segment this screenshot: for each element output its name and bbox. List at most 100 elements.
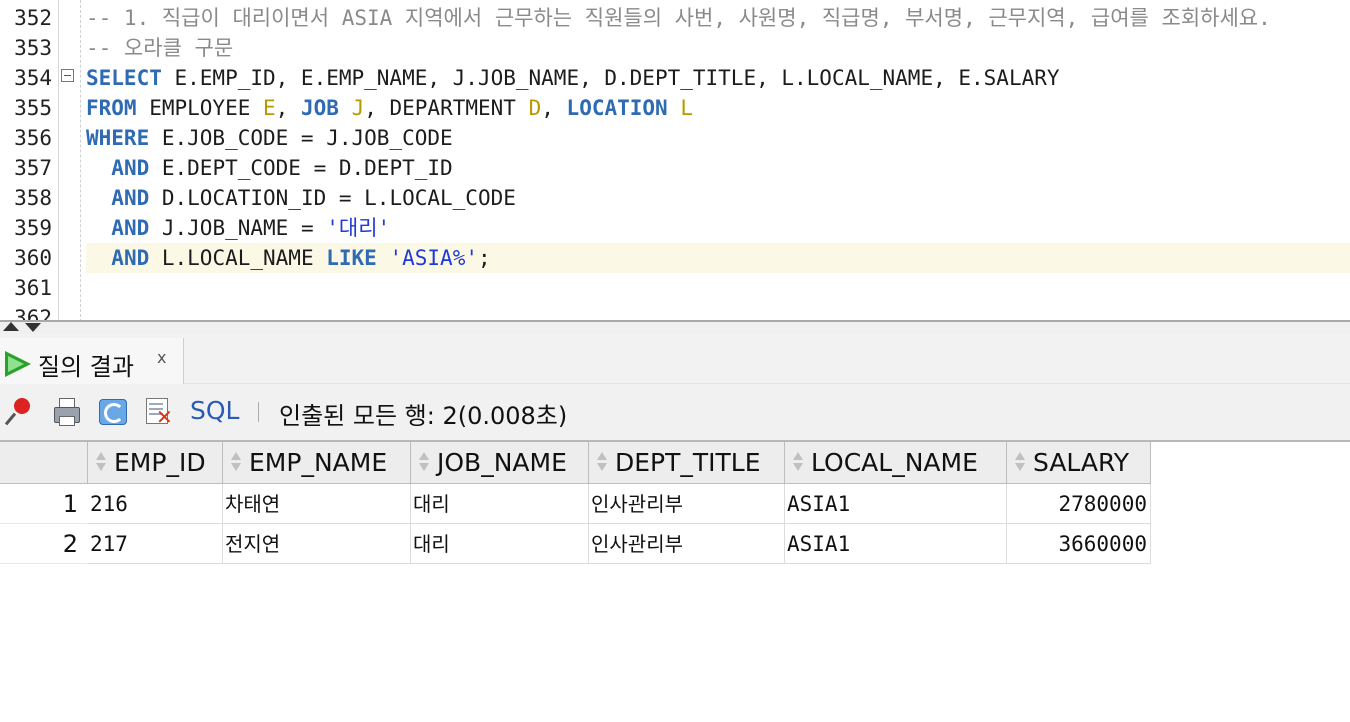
close-icon[interactable]: x xyxy=(157,348,166,367)
collapse-fold-icon[interactable] xyxy=(61,69,74,82)
cell-local-name[interactable]: ASIA1 xyxy=(784,524,1007,564)
row-number: 2 xyxy=(0,524,86,564)
pin-icon[interactable] xyxy=(4,394,36,426)
fetch-status: 인출된 모든 행: 2(0.008초) xyxy=(279,402,568,430)
sort-icon[interactable] xyxy=(415,450,433,474)
code-text: , xyxy=(275,96,301,120)
code-line-353[interactable]: -- 오라클 구문 xyxy=(86,33,1350,63)
cell-dept-title[interactable]: 인사관리부 xyxy=(588,524,785,564)
code-line-360-current[interactable]: AND L.LOCAL_NAME LIKE 'ASIA%'; xyxy=(86,243,1350,273)
keyword: LOCATION xyxy=(566,96,668,120)
keyword: JOB xyxy=(300,96,339,120)
code-line-356[interactable]: WHERE E.JOB_CODE = J.JOB_CODE xyxy=(86,123,1350,153)
code-text: EMPLOYEE xyxy=(136,96,264,120)
string-literal: '대리' xyxy=(326,216,391,240)
cell-job-name[interactable]: 대리 xyxy=(410,484,589,524)
alias: D xyxy=(528,96,542,120)
code-line-354[interactable]: SELECT E.EMP_ID, E.EMP_NAME, J.JOB_NAME,… xyxy=(86,63,1350,93)
tab-query-result[interactable]: 질의 결과 x xyxy=(0,338,184,384)
column-label: DEPT_TITLE xyxy=(615,448,761,477)
column-header-emp-name[interactable]: EMP_NAME xyxy=(222,442,411,484)
refresh-icon[interactable] xyxy=(97,396,127,426)
tab-label: 질의 결과 xyxy=(38,353,134,381)
string-literal: 'ASIA%' xyxy=(389,246,478,270)
cell-emp-id[interactable]: 217 xyxy=(87,524,223,564)
cell-local-name[interactable]: ASIA1 xyxy=(784,484,1007,524)
column-label: SALARY xyxy=(1033,448,1130,477)
line-number: 355 xyxy=(14,96,52,120)
cell-job-name[interactable]: 대리 xyxy=(410,524,589,564)
cell-emp-id[interactable]: 216 xyxy=(87,484,223,524)
keyword: SELECT xyxy=(86,66,162,90)
expand-down-icon[interactable] xyxy=(25,323,41,332)
keyword: AND xyxy=(111,186,150,210)
delete-icon[interactable]: ✕ xyxy=(143,396,173,427)
line-number: 360 xyxy=(14,246,52,270)
column-header-emp-id[interactable]: EMP_ID xyxy=(87,442,223,484)
code-line-352[interactable]: -- 1. 직급이 대리이면서 ASIA 지역에서 근무하는 직원들의 사번, … xyxy=(86,3,1350,33)
cell-emp-name[interactable]: 차태연 xyxy=(222,484,411,524)
keyword: LIKE xyxy=(326,246,377,270)
code-line-357[interactable]: AND E.DEPT_CODE = D.DEPT_ID xyxy=(86,153,1350,183)
line-number: 353 xyxy=(14,36,52,60)
code-text: D.LOCATION_ID = L.LOCAL_CODE xyxy=(149,186,516,210)
toolbar-separator xyxy=(258,402,259,422)
column-header-job-name[interactable]: JOB_NAME xyxy=(410,442,589,484)
keyword: AND xyxy=(111,216,150,240)
print-icon[interactable] xyxy=(51,396,81,426)
code-line-358[interactable]: AND D.LOCATION_ID = L.LOCAL_CODE xyxy=(86,183,1350,213)
sort-icon[interactable] xyxy=(1011,450,1029,474)
alias: J xyxy=(351,96,365,120)
column-header-local-name[interactable]: LOCAL_NAME xyxy=(784,442,1007,484)
keyword: AND xyxy=(111,156,150,180)
gutter-divider xyxy=(58,0,59,322)
code-text: , xyxy=(541,96,567,120)
code-line-359[interactable]: AND J.JOB_NAME = '대리' xyxy=(86,213,1350,243)
pane-splitter[interactable] xyxy=(0,320,1350,334)
code-text: E.JOB_CODE = J.JOB_CODE xyxy=(149,126,453,150)
row-number: 1 xyxy=(0,484,86,524)
column-label: EMP_NAME xyxy=(249,448,388,477)
code-text: J.JOB_NAME = xyxy=(149,216,327,240)
sql-button[interactable]: SQL xyxy=(190,396,239,425)
code-line-355[interactable]: FROM EMPLOYEE E, JOB J, DEPARTMENT D, LO… xyxy=(86,93,1350,123)
line-number: 357 xyxy=(14,156,52,180)
line-number: 359 xyxy=(14,216,52,240)
line-number: 361 xyxy=(14,276,52,300)
keyword: WHERE xyxy=(86,126,150,150)
code-text: L.LOCAL_NAME xyxy=(149,246,327,270)
sort-icon[interactable] xyxy=(227,450,245,474)
code-text: , DEPARTMENT xyxy=(364,96,529,120)
line-number: 352 xyxy=(14,6,52,30)
column-label: EMP_ID xyxy=(114,448,206,477)
sort-icon[interactable] xyxy=(593,450,611,474)
code-text: ; xyxy=(478,246,491,270)
cell-dept-title[interactable]: 인사관리부 xyxy=(588,484,785,524)
comment: -- 오라클 구문 xyxy=(86,36,234,60)
cell-emp-name[interactable]: 전지연 xyxy=(222,524,411,564)
cell-salary[interactable]: 3660000 xyxy=(1006,524,1151,564)
grid-corner xyxy=(0,442,87,484)
keyword: AND xyxy=(111,246,150,270)
column-header-salary[interactable]: SALARY xyxy=(1006,442,1151,484)
fold-guide xyxy=(80,0,81,322)
column-label: JOB_NAME xyxy=(437,448,567,477)
sort-icon[interactable] xyxy=(789,450,807,474)
cell-salary[interactable]: 2780000 xyxy=(1006,484,1151,524)
line-number: 358 xyxy=(14,186,52,210)
column-label: LOCAL_NAME xyxy=(811,448,978,477)
sort-icon[interactable] xyxy=(92,450,110,474)
collapse-up-icon[interactable] xyxy=(3,322,19,331)
comment: -- 1. 직급이 대리이면서 ASIA 지역에서 근무하는 직원들의 사번, … xyxy=(86,6,1271,30)
sql-editor[interactable]: 352 353 354 355 356 357 358 359 360 361 … xyxy=(0,0,1350,322)
column-header-dept-title[interactable]: DEPT_TITLE xyxy=(588,442,785,484)
line-number: 356 xyxy=(14,126,52,150)
play-icon-highlight xyxy=(8,356,24,372)
